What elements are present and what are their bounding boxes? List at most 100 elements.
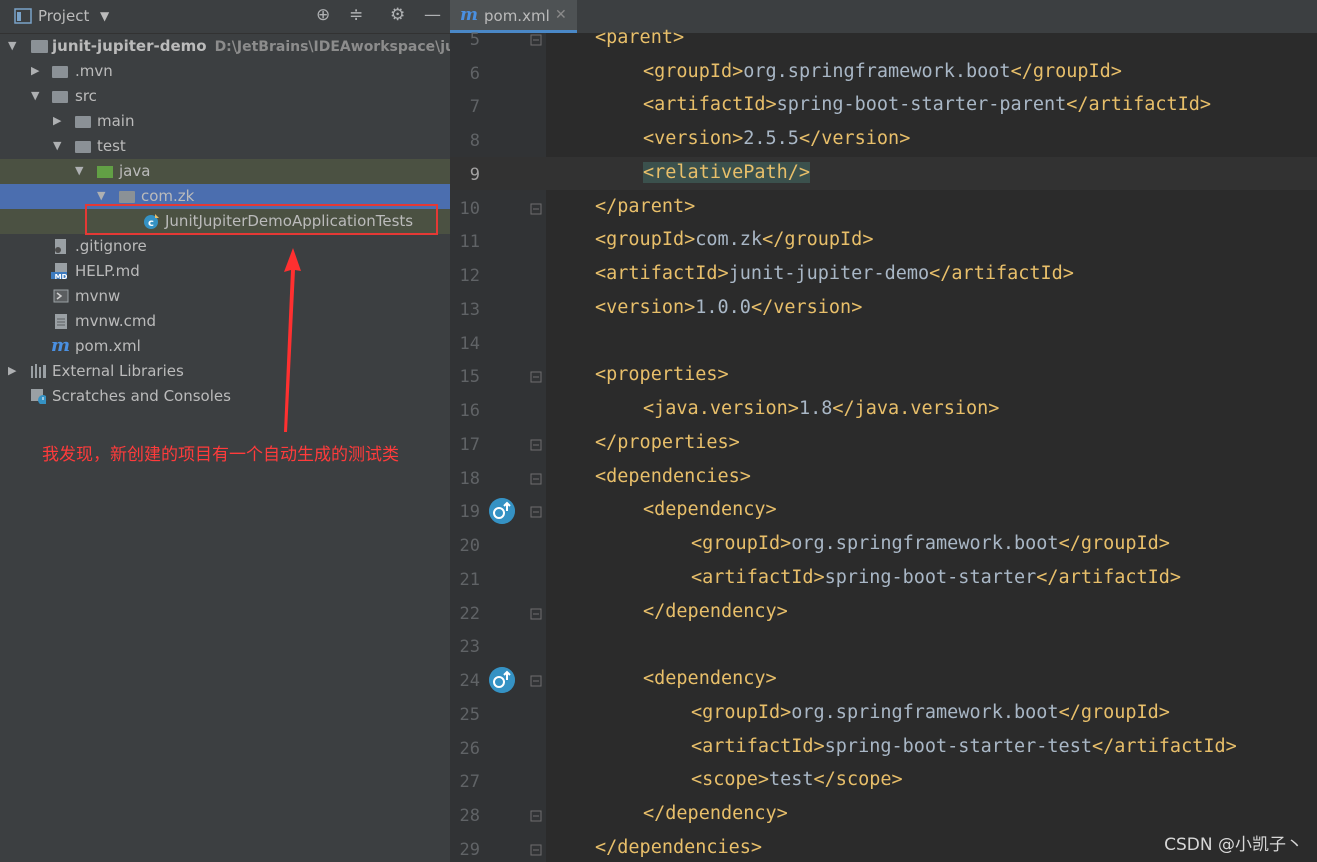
fold-marker-icon[interactable] (530, 608, 542, 620)
close-tab-icon[interactable]: ✕ (555, 7, 567, 23)
code-line: </parent> (595, 196, 696, 217)
tree-item-label: com.zk (141, 187, 195, 205)
project-path: D:\JetBrains\IDEAworkspace\junit- (214, 39, 483, 55)
dependency-update-icon[interactable] (489, 498, 515, 524)
view-dropdown-icon[interactable]: ▼ (100, 9, 109, 23)
fold-marker-icon[interactable] (530, 203, 542, 215)
code-line: </properties> (595, 432, 740, 453)
code-line: <java.version>1.8</java.version> (643, 398, 1000, 419)
line-number: 11 (459, 232, 480, 252)
tree-item-label: HELP.md (75, 262, 140, 280)
code-line: <version>2.5.5</version> (643, 128, 911, 149)
collapse-all-icon[interactable]: ≑ (349, 5, 363, 25)
tree-item-mvnw[interactable]: mvnw (0, 284, 450, 309)
markdown-file-icon: MD (51, 263, 67, 279)
line-number: 13 (459, 300, 480, 320)
code-line: <scope>test</scope> (691, 769, 903, 790)
test-source-folder-icon (97, 166, 113, 178)
collapsed-arrow-icon[interactable]: ▶ (8, 364, 16, 377)
line-number: 28 (459, 806, 480, 826)
tree-item-external-libraries[interactable]: ▶ External Libraries (0, 359, 450, 384)
project-view-icon (14, 8, 32, 24)
expanded-arrow-icon[interactable]: ▼ (8, 39, 16, 52)
fold-marker-icon[interactable] (530, 844, 542, 856)
tree-item-test[interactable]: ▼ test (0, 134, 450, 159)
code-line: <dependency> (643, 668, 777, 689)
line-number: 19 (459, 502, 480, 522)
tree-item-main[interactable]: ▶ main (0, 109, 450, 134)
gear-icon[interactable]: ⚙ (390, 5, 405, 25)
dependency-update-icon[interactable] (489, 667, 515, 693)
project-panel-header: Project ▼ ⊕ ≑ ⚙ — (0, 0, 450, 34)
maven-file-icon: m (460, 5, 478, 25)
package-icon (119, 191, 135, 203)
expanded-arrow-icon[interactable]: ▼ (97, 189, 105, 202)
fold-marker-icon[interactable] (530, 371, 542, 383)
tab-pom-xml[interactable]: m pom.xml ✕ (450, 0, 577, 33)
line-number: 7 (469, 97, 480, 117)
expanded-arrow-icon[interactable]: ▼ (75, 164, 83, 177)
code-line: <artifactId>junit-jupiter-demo</artifact… (595, 263, 1074, 284)
maven-file-icon: m (51, 335, 71, 356)
fold-marker-icon[interactable] (530, 506, 542, 518)
fold-marker-icon[interactable] (530, 473, 542, 485)
fold-marker-icon[interactable] (530, 675, 542, 687)
line-number: 27 (459, 772, 480, 792)
tree-item-mvn[interactable]: ▶ .mvn (0, 59, 450, 84)
tree-item-java[interactable]: ▼ java (0, 159, 450, 184)
code-line: <artifactId>spring-boot-starter-parent</… (643, 94, 1212, 115)
folder-icon (75, 141, 91, 153)
line-number: 29 (459, 840, 480, 860)
code-line: </dependency> (643, 803, 788, 824)
line-number: 26 (459, 739, 480, 759)
scratches-icon (31, 389, 46, 404)
code-line: <artifactId>spring-boot-starter-test</ar… (691, 736, 1237, 757)
tree-item-label: .gitignore (75, 237, 147, 255)
tree-item-label: junit-jupiter-demo (52, 37, 207, 55)
tree-item-scratches[interactable]: Scratches and Consoles (0, 384, 450, 409)
tree-item-gitignore[interactable]: .gitignore (0, 234, 450, 259)
tree-item-project-root[interactable]: ▼ junit-jupiter-demo D:\JetBrains\IDEAwor… (0, 34, 482, 59)
code-line: <groupId>org.springframework.boot</group… (643, 61, 1122, 82)
editor-tab-bar: m pom.xml ✕ (450, 0, 1317, 34)
tree-item-label: test (97, 137, 126, 155)
tree-item-label: .mvn (75, 62, 113, 80)
line-number: 15 (459, 367, 480, 387)
project-panel-title[interactable]: Project (38, 7, 89, 25)
code-line: <dependencies> (595, 466, 751, 487)
hide-panel-icon[interactable]: — (424, 5, 441, 25)
text-file-icon (55, 314, 67, 329)
fold-marker-icon[interactable] (530, 439, 542, 451)
library-icon (31, 364, 46, 378)
tab-label: pom.xml (484, 7, 550, 25)
collapsed-arrow-icon[interactable]: ▶ (31, 64, 39, 77)
folder-icon (75, 116, 91, 128)
line-number: 10 (459, 199, 480, 219)
code-line: <artifactId>spring-boot-starter</artifac… (691, 567, 1182, 588)
line-number: 21 (459, 570, 480, 590)
expanded-arrow-icon[interactable]: ▼ (31, 89, 39, 102)
fold-marker-icon[interactable] (530, 34, 542, 46)
tree-item-label: External Libraries (52, 362, 184, 380)
code-line: <groupId>org.springframework.boot</group… (691, 702, 1170, 723)
code-line: <groupId>org.springframework.boot</group… (691, 533, 1170, 554)
project-panel: Project ▼ ⊕ ≑ ⚙ — ▼ junit-jupiter-demo D:… (0, 0, 482, 862)
tree-item-help-md[interactable]: MD HELP.md (0, 259, 450, 284)
annotation-highlight-box (85, 204, 438, 235)
code-line: </dependency> (643, 601, 788, 622)
locate-icon[interactable]: ⊕ (316, 5, 330, 25)
line-number: 8 (469, 131, 480, 151)
folder-icon (52, 66, 68, 78)
fold-marker-icon[interactable] (530, 810, 542, 822)
tree-item-pom-xml[interactable]: m pom.xml (0, 334, 450, 359)
line-number: 25 (459, 705, 480, 725)
tree-item-src[interactable]: ▼ src (0, 84, 450, 109)
collapsed-arrow-icon[interactable]: ▶ (53, 114, 61, 127)
tree-item-mvnw-cmd[interactable]: mvnw.cmd (0, 309, 450, 334)
code-line: <version>1.0.0</version> (595, 297, 863, 318)
caret-row-highlight (450, 157, 1317, 190)
expanded-arrow-icon[interactable]: ▼ (53, 139, 61, 152)
shell-script-icon (53, 289, 69, 303)
line-number: 16 (459, 401, 480, 421)
tree-item-label: src (75, 87, 97, 105)
